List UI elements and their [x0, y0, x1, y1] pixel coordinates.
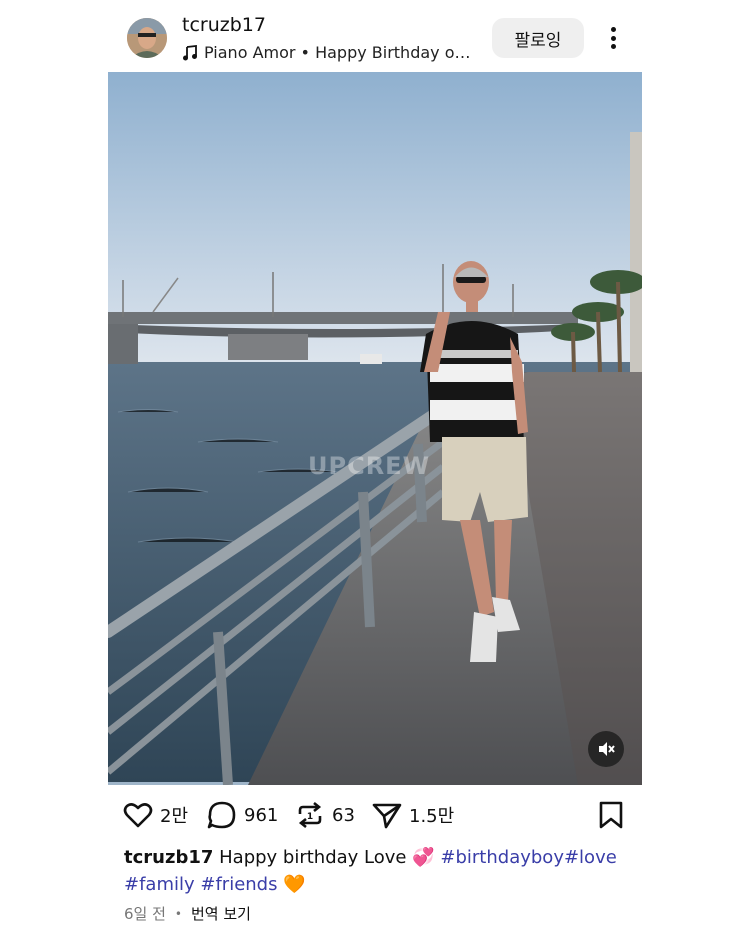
- username[interactable]: tcruzb17: [182, 14, 266, 36]
- share-button[interactable]: 1.5만: [371, 795, 454, 835]
- orange-heart-emoji: 🧡: [283, 874, 306, 895]
- repost-count: 63: [332, 804, 355, 826]
- photo-scene: [108, 72, 642, 785]
- post-header: tcruzb17 Piano Amor • Happy Birthday on……: [0, 0, 750, 72]
- following-button[interactable]: 팔로잉: [492, 18, 584, 58]
- repost-button[interactable]: 1 63: [294, 795, 355, 835]
- share-icon: [372, 803, 402, 829]
- caption-text: Happy birthday Love: [219, 847, 407, 868]
- heart-emoji: 💞: [412, 847, 435, 868]
- post-time: 6일 전: [124, 905, 166, 923]
- post-footer: 6일 전 • 번역 보기: [124, 903, 251, 924]
- hashtag-family[interactable]: #family: [124, 874, 195, 895]
- bookmark-icon: [599, 801, 623, 829]
- svg-text:1: 1: [307, 812, 313, 822]
- watermark: UPCREW: [308, 452, 431, 480]
- comment-icon: [207, 801, 236, 829]
- comment-button[interactable]: 961: [206, 795, 278, 835]
- music-track-label: Piano Amor • Happy Birthday on…: [204, 43, 477, 62]
- action-bar: 2만 961 1 63 1.5만: [0, 795, 750, 835]
- heart-icon: [123, 803, 153, 828]
- more-vertical-icon[interactable]: [600, 24, 626, 52]
- post-photo[interactable]: UPCREW: [108, 72, 642, 785]
- caption-username[interactable]: tcruzb17: [124, 847, 213, 868]
- music-note-icon: [183, 44, 197, 60]
- hashtag-birthdayboy[interactable]: #birthdayboy: [440, 847, 564, 868]
- comment-count: 961: [244, 804, 279, 826]
- bookmark-button[interactable]: [596, 800, 626, 830]
- avatar-image: [127, 18, 167, 58]
- hashtag-love[interactable]: #love: [564, 847, 617, 868]
- hashtag-friends[interactable]: #friends: [200, 874, 277, 895]
- like-button[interactable]: 2만: [122, 795, 188, 835]
- separator-dot: •: [174, 906, 182, 921]
- music-track[interactable]: Piano Amor • Happy Birthday on…: [182, 43, 477, 62]
- repost-icon: 1: [298, 801, 322, 829]
- mute-icon[interactable]: [588, 731, 624, 767]
- share-count: 1.5만: [409, 806, 455, 827]
- avatar[interactable]: [127, 18, 167, 58]
- post-caption: tcruzb17 Happy birthday Love 💞 #birthday…: [124, 844, 634, 898]
- like-count: 2만: [160, 806, 189, 827]
- translate-link[interactable]: 번역 보기: [191, 903, 251, 924]
